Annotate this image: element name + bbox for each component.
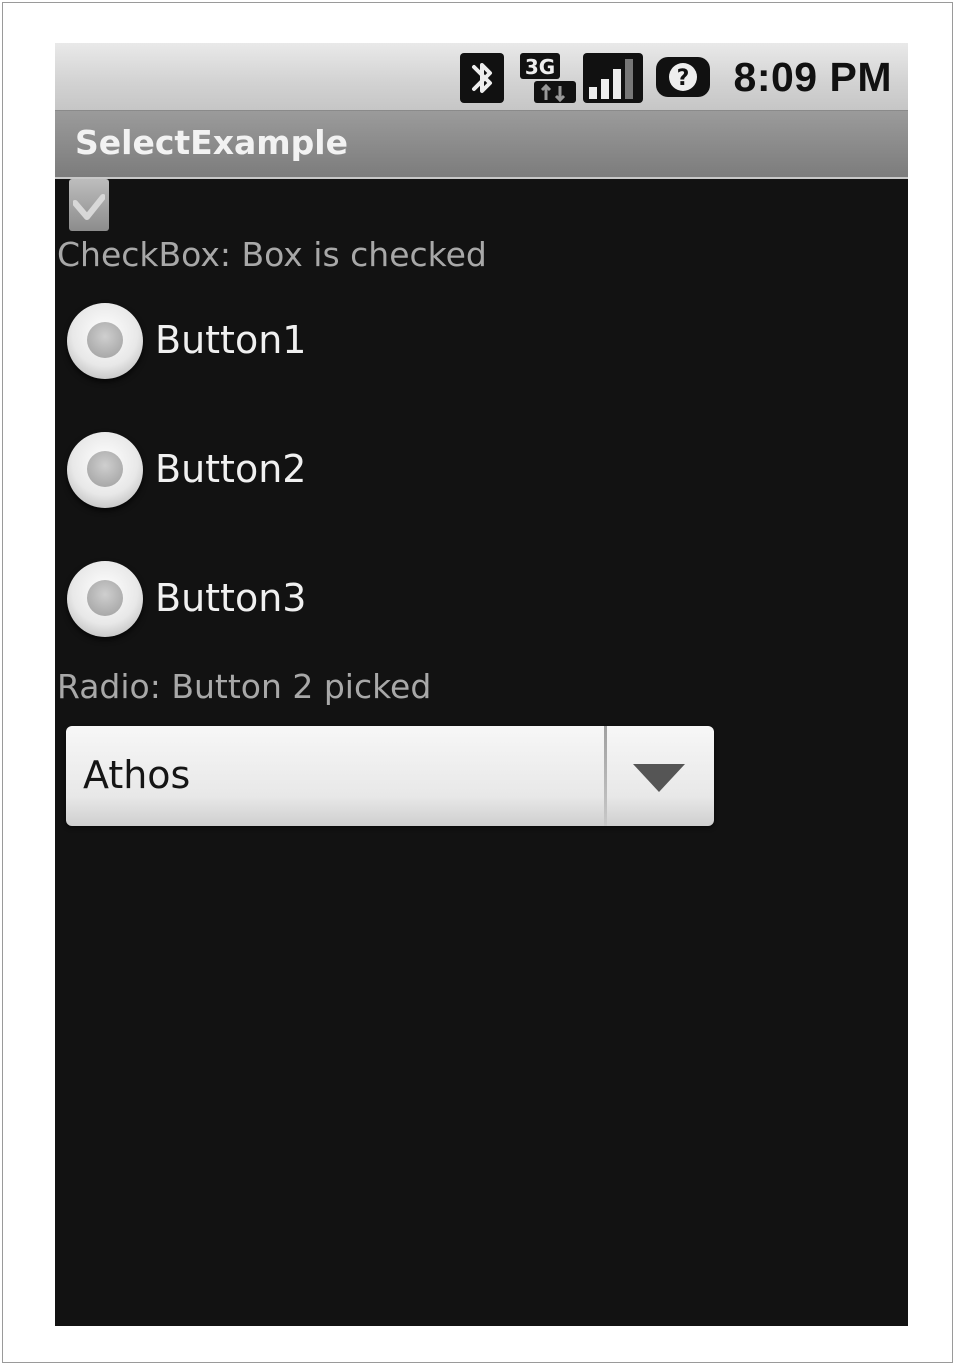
- dropdown-arrow-icon[interactable]: [633, 764, 685, 794]
- radio-label: Button2: [155, 447, 307, 491]
- svg-text:?: ?: [677, 66, 690, 91]
- radio-button-2[interactable]: Button2: [65, 420, 565, 520]
- radio-circle[interactable]: [67, 432, 143, 508]
- radio-status-text: Radio: Button 2 picked: [57, 667, 432, 706]
- checkbox[interactable]: [69, 179, 109, 231]
- radio-dot: [87, 322, 123, 358]
- 3g-data-icon: 3G: [520, 53, 576, 103]
- radio-dot: [87, 580, 123, 616]
- question-icon: ?: [656, 57, 710, 97]
- phone-screen: 3G ? 8:09 PM SelectExample CheckBox: Box…: [55, 43, 908, 1326]
- status-time: 8:09 PM: [733, 54, 892, 100]
- radio-dot: [87, 451, 123, 487]
- spinner-divider: [604, 726, 607, 826]
- signal-strength-icon: [583, 53, 643, 103]
- check-icon: [73, 194, 105, 220]
- spinner-selected-value: Athos: [83, 753, 191, 797]
- radio-label: Button1: [155, 318, 307, 362]
- radio-circle[interactable]: [67, 303, 143, 379]
- title-bar: SelectExample: [55, 111, 908, 179]
- radio-circle[interactable]: [67, 561, 143, 637]
- bluetooth-icon: [460, 53, 504, 103]
- radio-label: Button3: [155, 576, 307, 620]
- radio-button-3[interactable]: Button3: [65, 549, 565, 649]
- radio-button-1[interactable]: Button1: [65, 291, 565, 391]
- app-title: SelectExample: [75, 123, 348, 162]
- status-bar: 3G ? 8:09 PM: [55, 43, 908, 111]
- spinner-select[interactable]: Athos: [66, 726, 714, 826]
- svg-text:3G: 3G: [525, 55, 555, 79]
- checkbox-status-text: CheckBox: Box is checked: [57, 235, 487, 274]
